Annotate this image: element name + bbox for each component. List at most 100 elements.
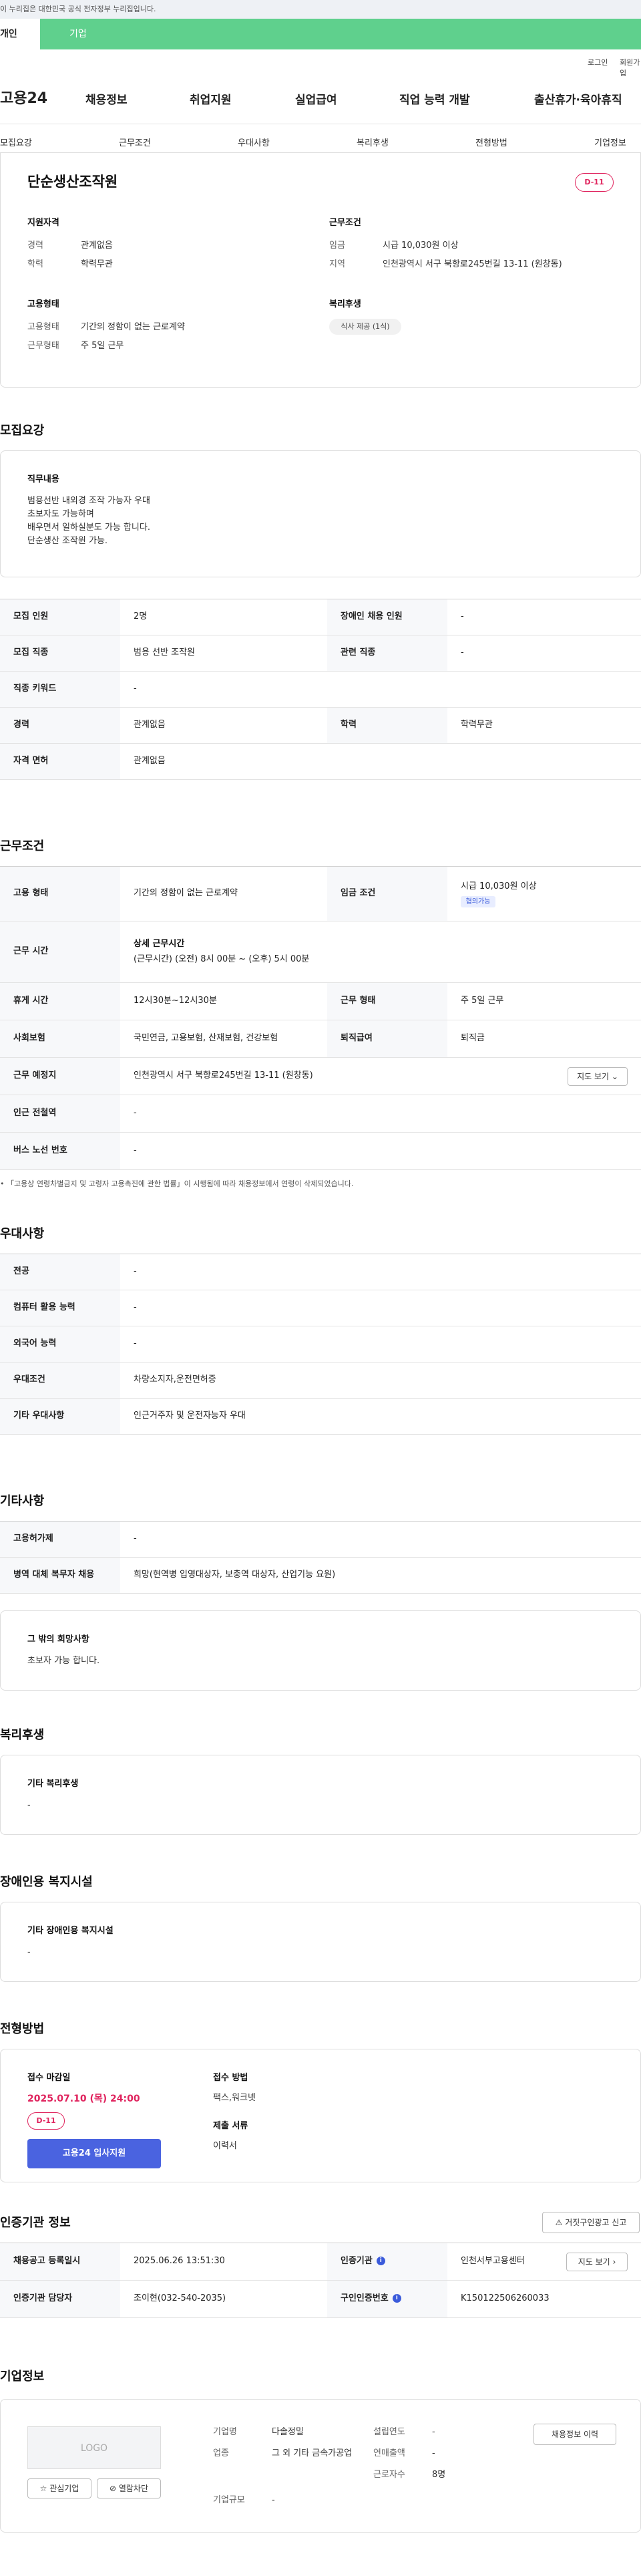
cell-value: K150122506260033 [447,2280,641,2318]
selection-dday-badge: D-11 [27,2112,65,2130]
cell-value: 주 5일 근무 [447,982,641,1020]
cond-value-wage: 시급 10,030원 이상 [383,241,459,251]
company-logo: LOGO [27,2426,161,2469]
cell-header: 외국어 능력 [0,1326,120,1363]
cell-header: 임금 조건 [327,866,447,921]
table-row: 근무 예정지 인천광역시 서구 북항로245번길 13-11 (원창동) 지도 … [0,1057,641,1095]
cell-value: - [120,1254,641,1290]
login-link[interactable]: 로그인 [588,57,608,68]
recruit-heading: 모집요강 [0,424,45,438]
selection-card: 접수 마감일 2025.07.10 (목) 24:00 D-11 고용24 입사… [0,2049,641,2182]
cell-value: - [120,1095,641,1133]
utility-bar: 로그인 회원가입 [0,49,641,78]
hours-detail: (근무시간) (오전) 8시 00분 ~ (오후) 5시 00분 [134,954,310,964]
info-icon[interactable]: i [376,2257,385,2266]
cell-value: 12시30분~12시30분 [120,982,327,1020]
cell-header: 구인인증번호 i [327,2280,447,2318]
hiring-history-button[interactable]: 채용정보 이력 [533,2424,616,2445]
section-nav-work[interactable]: 근무조건 [119,138,151,150]
cell-value: 상세 근무시간 (근무시간) (오전) 8시 00분 ~ (오후) 5시 00분 [120,921,641,983]
age-law-note: • 「고용상 연령차별금지 및 고령자 고용촉진에 관한 법률」이 시행됨에 따… [0,1179,353,1189]
report-fake-ad-button[interactable]: ⚠ 거짓구인광고 신고 [542,2212,640,2233]
dday-badge: D-11 [575,173,614,192]
cell-header: 컴퓨터 활용 능력 [0,1290,120,1326]
table-row: 경력 관계없음 학력 학력무관 [0,707,641,744]
cell-value: 2명 [120,599,327,635]
duty-title: 직무내용 [27,474,59,484]
selection-heading: 전형방법 [0,2022,45,2036]
cert-map-button[interactable]: 지도 보기 › [566,2253,628,2271]
section-nav-selection[interactable]: 전형방법 [475,138,507,150]
cell-header: 고용허가제 [0,1521,120,1558]
duty-line: 범용선반 내외경 조작 가능자 우대 [27,496,150,506]
cell-header: 인증기관 담당자 [0,2280,120,2318]
table-row: 모집 인원 2명 장애인 채용 인원 - [0,599,641,635]
company-label: 기업규모 [213,2495,245,2505]
table-row: 우대조건 차량소지자,운전면허증 [0,1362,641,1399]
star-icon: ☆ [39,2484,50,2493]
company-value: - [272,2495,275,2505]
cell-header: 자격 면허 [0,743,120,780]
cell-value: - [120,1290,641,1326]
apply-button[interactable]: 고용24 입사지원 [27,2139,161,2168]
info-icon[interactable]: i [392,2294,401,2303]
section-nav-pref[interactable]: 우대사항 [238,138,270,150]
report-fake-ad-label: 거짓구인광고 신고 [565,2218,627,2227]
gov-notice-text: 이 누리집은 대한민국 공식 전자정부 누리집입니다. [0,5,156,13]
table-row: 인증기관 담당자 조이현(032-540-2035) 구인인증번호 i K1501… [0,2280,641,2318]
cell-header: 우대조건 [0,1362,120,1399]
cell-value: 조이현(032-540-2035) [120,2280,327,2318]
cell-value: 관계없음 [120,707,327,744]
cond-value-region: 인천광역시 서구 북항로245번길 13-11 (원창동) [383,259,562,269]
cell-header: 근무 형태 [327,982,447,1020]
age-law-note-text: 「고용상 연령차별금지 및 고령자 고용촉진에 관한 법률」이 시행됨에 따라 … [7,1179,354,1188]
section-nav-welfare[interactable]: 복리후생 [357,138,389,150]
company-label: 연매출액 [373,2448,405,2458]
work-heading: 근무조건 [0,839,45,853]
table-row: 기타 우대사항 인근거주자 및 운전자능자 우대 [0,1398,641,1435]
qual-value-education: 학력무관 [81,259,113,269]
table-row: 고용 형태 기간의 정함이 없는 근로계약 임금 조건 시급 10,030원 이… [0,866,641,921]
section-nav-company[interactable]: 기업정보 [594,138,626,150]
cert-table: 채용공고 등록일시 2025.06.26 13:51:30 인증기관 i 인천서부… [0,2243,641,2318]
cell-value: 2025.06.26 13:51:30 [120,2243,327,2281]
docs-value: 이력서 [213,2141,237,2151]
section-nav-recruit[interactable]: 모집요강 [0,138,32,150]
menu-job-support[interactable]: 취업지원 [190,92,232,109]
wage-value: 시급 10,030원 이상 [461,881,537,892]
company-label: 업종 [213,2448,229,2458]
bullet-icon: • [0,1179,7,1188]
docs-title: 제출 서류 [213,2121,248,2131]
work-map-button[interactable]: 지도 보기 ⌄ [568,1067,628,1086]
table-row: 고용허가제 - [0,1521,641,1558]
cell-value: 퇴직금 [447,1020,641,1058]
tab-personal[interactable]: 개인 [0,19,40,49]
cell-value: - [120,1326,641,1363]
company-value: 그 외 기타 금속가공업 [272,2448,353,2458]
table-row: 채용공고 등록일시 2025.06.26 13:51:30 인증기관 i 인천서부… [0,2243,641,2281]
cell-value: 범용 선반 조작원 [120,635,327,672]
cell-header: 학력 [327,707,447,744]
cert-org-label: 인증기관 [341,2256,373,2267]
menu-training[interactable]: 직업 능력 개발 [399,92,470,109]
site-logo[interactable]: 고용24 [0,88,47,110]
hours-detail-title: 상세 근무시간 [134,938,185,949]
menu-job-info[interactable]: 채용정보 [85,92,128,109]
cell-header: 근무 예정지 [0,1057,120,1095]
block-company-button[interactable]: ⊘ 열람차단 [97,2478,161,2498]
etc-table: 고용허가제 - 병역 대체 복무자 채용 희망(현역병 입영대상자, 보충역 대상자… [0,1521,641,1594]
tab-company[interactable]: 기업 [69,19,87,49]
menu-unemployment[interactable]: 실업급여 [295,92,337,109]
cell-header: 전공 [0,1254,120,1290]
cell-value: - [447,635,641,672]
cell-value: - [120,1521,641,1558]
cell-header: 병역 대체 복무자 채용 [0,1557,120,1594]
cell-header: 고용 형태 [0,866,120,921]
favorite-company-button[interactable]: ☆ 관심기업 [27,2478,91,2498]
site-header: 고용24 채용정보 취업지원 실업급여 직업 능력 개발 출산휴가·육아휴직 [0,74,641,124]
cell-header: 인증기관 i [327,2243,447,2281]
table-row: 전공 - [0,1254,641,1290]
menu-parental-leave[interactable]: 출산휴가·육아휴직 [534,92,622,109]
duty-line: 배우면서 일하실분도 가능 합니다. [27,523,150,533]
block-icon: ⊘ [109,2484,119,2493]
